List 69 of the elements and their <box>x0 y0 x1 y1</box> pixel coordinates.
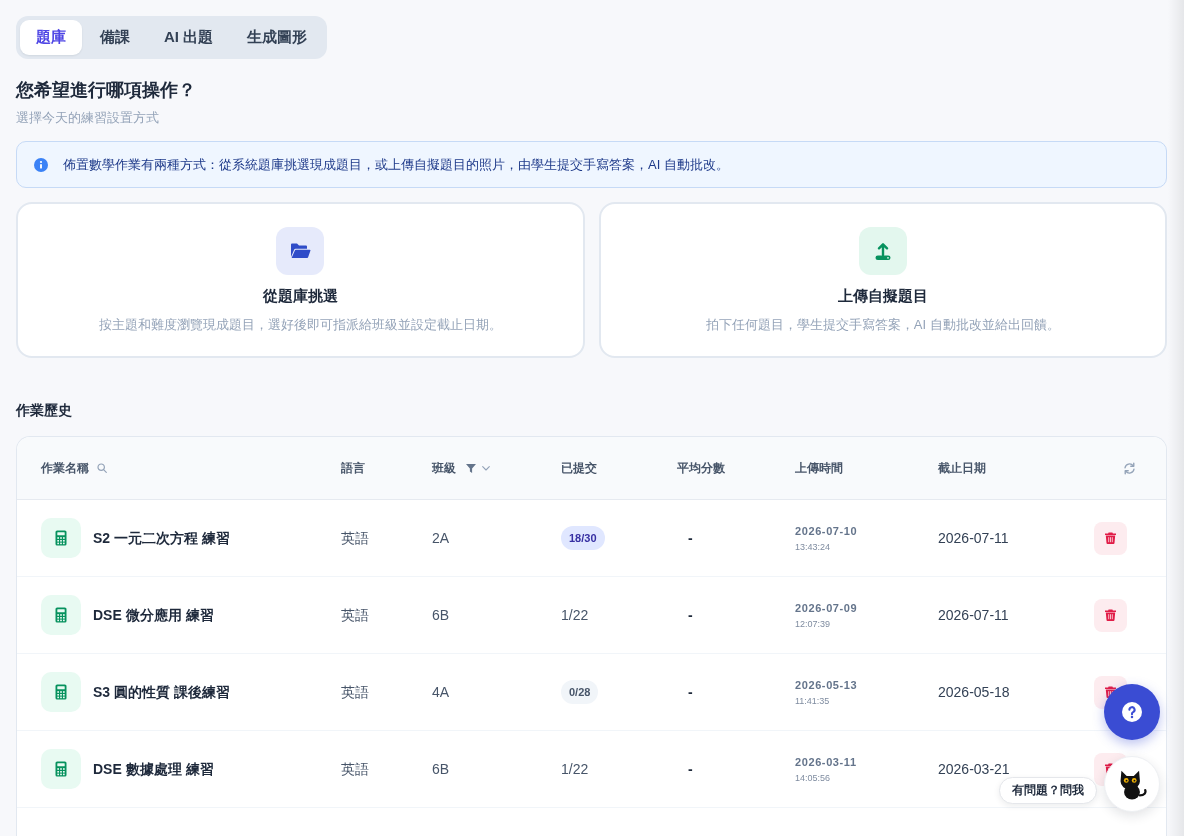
option-description: 按主題和難度瀏覽現成題目，選好後即可指派給班級並設定截止日期。 <box>98 316 502 334</box>
question-icon <box>1122 702 1142 722</box>
due-date: 2026-07-11 <box>938 607 1009 623</box>
submission-badge: 0/28 <box>561 680 599 704</box>
upload-time: 11:41:35 <box>795 694 830 707</box>
average-score: - <box>688 684 693 700</box>
trash-icon <box>1105 609 1116 621</box>
info-icon <box>34 157 48 172</box>
upload-time: 12:07:39 <box>795 617 831 630</box>
column-header: 上傳時間 <box>795 460 843 476</box>
upload-time: 14:05:56 <box>795 771 831 784</box>
language-cell: 英語 <box>341 607 369 623</box>
upload-icon <box>858 227 907 275</box>
submission-count: 1/22 <box>561 607 589 623</box>
class-cell: 6B <box>432 607 450 623</box>
due-date: 2026-03-21 <box>938 761 1010 777</box>
option-title: 從題庫挑選 <box>262 286 338 306</box>
class-cell: 6B <box>432 761 450 777</box>
assignment-name[interactable]: DSE 微分應用 練習 <box>93 605 214 625</box>
assignment-name[interactable]: S3 圓的性質 課後練習 <box>93 682 230 702</box>
due-date: 2026-07-11 <box>938 530 1009 546</box>
page-title: 您希望進行哪項操作？ <box>16 79 196 102</box>
average-score: - <box>688 761 693 777</box>
ask-me-tooltip[interactable]: 有問題？問我 <box>999 777 1097 804</box>
option-description: 拍下任何題目，學生提交手寫答案，AI 自動批改並給出回饋。 <box>705 316 1060 334</box>
language-cell: 英語 <box>341 761 369 777</box>
column-header: 班級 <box>432 460 456 476</box>
calculator-icon <box>41 595 81 635</box>
assignment-name[interactable]: S2 一元二次方程 練習 <box>93 528 230 548</box>
option-title: 上傳自擬題目 <box>837 286 928 306</box>
delete-button[interactable] <box>1094 521 1127 555</box>
page-subtitle: 選擇今天的練習設置方式 <box>16 109 159 127</box>
calculator-icon <box>41 749 81 789</box>
column-header: 平均分數 <box>677 460 725 476</box>
column-header: 作業名稱 <box>41 460 89 476</box>
info-text: 佈置數學作業有兩種方式：從系統題庫挑選現成題目，或上傳自擬題目的照片，由學生提交手寫答案，AI 自動批改。 <box>63 155 729 174</box>
trash-icon <box>1105 532 1116 544</box>
upload-date: 2026-07-09 <box>795 600 858 615</box>
column-header: 語言 <box>341 460 365 476</box>
upload-date: 2026-07-10 <box>795 523 858 538</box>
upload-date: 2026-03-11 <box>795 754 857 769</box>
caret-icon[interactable] <box>482 465 490 471</box>
average-score: - <box>688 607 693 623</box>
due-date: 2026-05-18 <box>938 684 1010 700</box>
class-cell: 4A <box>432 684 450 700</box>
refresh-icon[interactable] <box>1123 461 1136 475</box>
filter-icon[interactable] <box>466 463 476 473</box>
tab[interactable]: 生成圖形 <box>231 20 324 55</box>
column-header: 截止日期 <box>938 460 986 476</box>
assignment-name[interactable]: DSE 數據處理 練習 <box>93 759 214 779</box>
language-cell: 英語 <box>341 684 369 700</box>
submission-count: 1/22 <box>561 761 589 777</box>
option-card[interactable]: 從題庫挑選 按主題和難度瀏覽現成題目，選好後即可指派給班級並設定截止日期。 <box>16 202 585 358</box>
language-cell: 英語 <box>341 530 369 546</box>
option-card[interactable]: 上傳自擬題目 拍下任何題目，學生提交手寫答案，AI 自動批改並給出回饋。 <box>598 202 1167 358</box>
folder-icon <box>276 227 325 275</box>
average-score: - <box>688 530 693 546</box>
tab[interactable]: AI 出題 <box>148 20 230 55</box>
calculator-icon <box>41 672 81 712</box>
section-title: 作業歷史 <box>16 401 72 420</box>
calculator-icon <box>41 518 81 558</box>
upload-date: 2026-05-13 <box>795 677 858 692</box>
tab[interactable]: 題庫 <box>20 20 82 55</box>
class-cell: 2A <box>432 530 450 546</box>
submission-badge: 18/30 <box>561 526 605 550</box>
delete-button[interactable] <box>1094 598 1127 632</box>
column-header: 已提交 <box>561 460 597 476</box>
tab[interactable]: 備課 <box>84 20 146 55</box>
upload-time: 13:43:24 <box>795 540 831 553</box>
